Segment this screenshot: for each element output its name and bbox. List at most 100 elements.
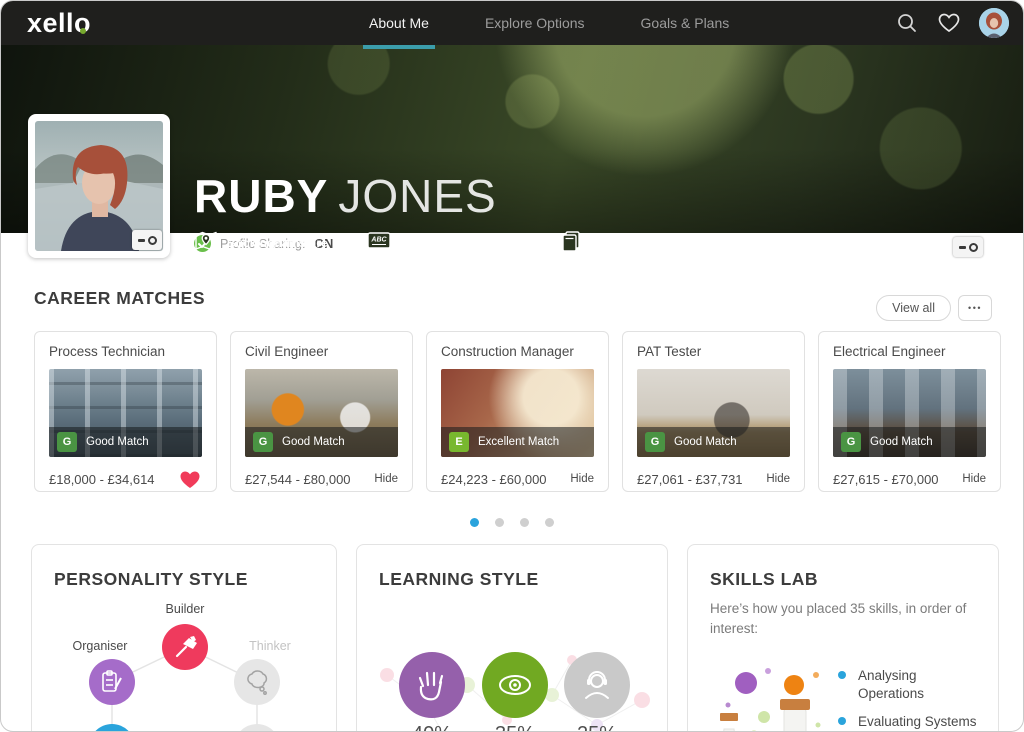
match-label: Excellent Match <box>478 436 559 448</box>
view-all-button[interactable]: View all <box>876 295 951 321</box>
career-title: PAT Tester <box>637 344 790 359</box>
career-cards-row: Process Technician G Good Match £18,000 … <box>34 331 1001 492</box>
kinesthetic-percent: 40% <box>399 723 465 732</box>
visual-circle <box>482 652 548 718</box>
app-window: xello About Me Explore Options Goals & P… <box>0 0 1024 732</box>
match-label: Good Match <box>870 436 933 448</box>
favorite-heart-icon[interactable] <box>178 469 202 490</box>
match-badge: G <box>645 432 665 452</box>
xello-logo[interactable]: xello <box>27 8 91 39</box>
skills-lab-panel[interactable]: SKILLS LAB Here’s how you placed 35 skil… <box>687 544 999 732</box>
visual-percent: 35% <box>482 723 548 732</box>
career-title: Electrical Engineer <box>833 344 986 359</box>
personality-style-title: PERSONALITY STYLE <box>54 569 248 590</box>
career-title: Civil Engineer <box>245 344 398 359</box>
organiser-circle <box>89 659 135 705</box>
school-icon: ABC <box>366 230 392 255</box>
match-label: Good Match <box>674 436 737 448</box>
last-name: JONES <box>338 170 496 222</box>
pagination-dot[interactable] <box>520 518 529 527</box>
year-label: Year 9 <box>592 236 627 250</box>
profile-name: RUBYJONES <box>194 169 497 223</box>
bullet-dot-icon <box>838 717 846 725</box>
salary-range: £27,544 - £80,000 <box>245 472 351 487</box>
salary-range: £18,000 - £34,614 <box>49 472 155 487</box>
tab-goals-plans[interactable]: Goals & Plans <box>613 1 758 45</box>
skill-name: Analysing Operations <box>858 667 978 703</box>
career-matches-title: CAREER MATCHES <box>34 288 205 309</box>
heart-icon[interactable] <box>937 11 961 35</box>
skills-lab-title: SKILLS LAB <box>710 569 818 590</box>
auditory-circle <box>564 652 630 718</box>
personality-diagram: Builder Organiser Thinker <box>32 595 337 732</box>
hand-icon <box>415 668 449 702</box>
lab-flasks-illustration <box>698 665 838 732</box>
bottom-panels: PERSONALITY STYLE Builder Organiser Thin… <box>31 544 999 732</box>
hide-link[interactable]: Hide <box>570 473 594 485</box>
career-image: G Good Match <box>49 369 202 457</box>
helper-circle <box>234 724 280 732</box>
match-label: Good Match <box>282 436 345 448</box>
school-label: British Public School <box>401 236 522 250</box>
carousel-pagination <box>1 518 1023 527</box>
career-card[interactable]: Electrical Engineer G Good Match £27,615… <box>818 331 1001 492</box>
auditory-percent: 25% <box>564 723 630 732</box>
salary-range: £27,615 - £70,000 <box>833 472 939 487</box>
match-badge: G <box>841 432 861 452</box>
career-card[interactable]: Civil Engineer G Good Match £27,544 - £8… <box>230 331 413 492</box>
kinesthetic-circle <box>399 652 465 718</box>
match-badge: E <box>449 432 469 452</box>
career-card[interactable]: Process Technician G Good Match £18,000 … <box>34 331 217 492</box>
first-name: RUBY <box>194 170 328 222</box>
career-image: G Good Match <box>833 369 986 457</box>
trait-label-thinker: Thinker <box>249 639 291 653</box>
profile-photo[interactable] <box>28 114 170 258</box>
career-image: G Good Match <box>245 369 398 457</box>
career-card[interactable]: Construction Manager E Excellent Match £… <box>426 331 609 492</box>
career-image: E Excellent Match <box>441 369 594 457</box>
hide-link[interactable]: Hide <box>374 473 398 485</box>
skill-name: Evaluating Systems <box>858 713 977 731</box>
tab-about-me[interactable]: About Me <box>341 1 457 45</box>
skills-lab-description: Here’s how you placed 35 skills, in orde… <box>710 599 978 638</box>
location-label: Buckinghamshire <box>227 236 328 250</box>
svg-text:ABC: ABC <box>370 237 387 244</box>
pagination-dot[interactable] <box>470 518 479 527</box>
career-card[interactable]: PAT Tester G Good Match £27,061 - £37,73… <box>622 331 805 492</box>
tab-explore-options[interactable]: Explore Options <box>457 1 613 45</box>
pagination-dot[interactable] <box>495 518 504 527</box>
eye-icon <box>496 672 534 698</box>
salary-range: £27,061 - £37,731 <box>637 472 743 487</box>
change-banner-photo-button[interactable] <box>953 237 983 257</box>
trait-label-builder: Builder <box>166 602 205 616</box>
hide-link[interactable]: Hide <box>766 473 790 485</box>
skill-list-item: Evaluating Systems <box>838 713 998 731</box>
bullet-dot-icon <box>838 671 846 679</box>
map-pin-icon <box>194 230 218 255</box>
user-avatar[interactable] <box>979 8 1009 38</box>
profile-info-row: Buckinghamshire ABC British Public Schoo… <box>194 229 628 256</box>
match-badge: G <box>253 432 273 452</box>
personality-style-panel[interactable]: PERSONALITY STYLE Builder Organiser Thin… <box>31 544 337 732</box>
school-item: ABC British Public School <box>366 230 522 255</box>
trait-label-organiser: Organiser <box>73 639 128 653</box>
nav-tabs: About Me Explore Options Goals & Plans <box>341 1 757 45</box>
top-nav: xello About Me Explore Options Goals & P… <box>1 1 1023 45</box>
learning-style-panel[interactable]: LEARNING STYLE <box>356 544 668 732</box>
match-badge: G <box>57 432 77 452</box>
career-image: G Good Match <box>637 369 790 457</box>
search-icon[interactable] <box>895 11 919 35</box>
headphones-person-icon <box>580 668 614 702</box>
pagination-dot[interactable] <box>545 518 554 527</box>
salary-range: £24,223 - £60,000 <box>441 472 547 487</box>
skill-list-item: Analysing Operations <box>838 667 978 703</box>
year-item: Year 9 <box>559 229 627 256</box>
socialiser-circle <box>89 724 135 732</box>
career-title: Process Technician <box>49 344 202 359</box>
more-options-button[interactable]: ••• <box>958 295 992 321</box>
hide-link[interactable]: Hide <box>962 473 986 485</box>
change-profile-photo-button[interactable] <box>132 230 162 250</box>
books-icon <box>559 229 583 256</box>
location-item: Buckinghamshire <box>194 230 328 255</box>
nav-right <box>895 1 1009 45</box>
